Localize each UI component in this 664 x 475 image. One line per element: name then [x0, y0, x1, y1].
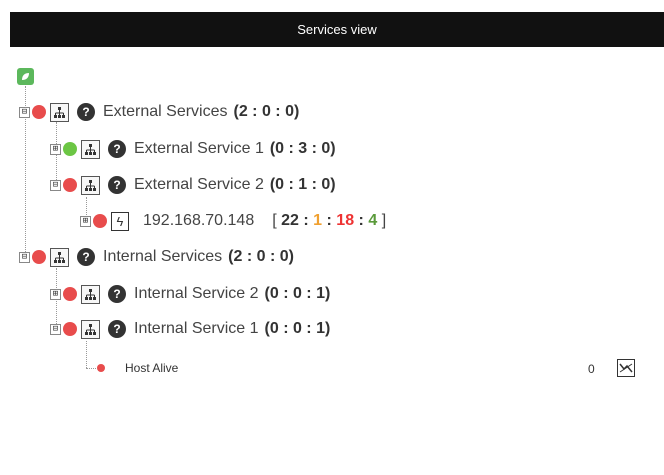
tree-connector — [86, 341, 87, 368]
service-icon — [81, 139, 100, 159]
status-critical-icon — [63, 287, 77, 301]
expand-icon[interactable]: ⊞ — [50, 288, 61, 300]
tree-node-host-alive[interactable]: Host Alive — [97, 358, 178, 378]
count-ok: 4 — [368, 212, 378, 229]
root-node-icon[interactable] — [17, 68, 34, 85]
service-icon — [50, 102, 69, 122]
count-separator: : — [358, 212, 364, 229]
service-icon — [81, 284, 100, 304]
node-counts: (2 : 0 : 0) — [233, 103, 300, 120]
count-critical: 18 — [336, 212, 355, 229]
tree-node-internal-service-1[interactable]: ⊟ ? Internal Service 1 (0 : 0 : 1) — [50, 317, 330, 341]
count-separator: : — [303, 212, 309, 229]
collapse-icon[interactable]: ⊟ — [19, 106, 30, 118]
tree-node-agent[interactable]: ⊞ ϟ 192.168.70.148 [ 22 : 1 : 18 : 4 ] — [80, 209, 386, 233]
module-value: 0 — [588, 362, 595, 376]
node-label[interactable]: Internal Service 1 — [134, 320, 259, 338]
help-icon[interactable]: ? — [77, 248, 95, 266]
node-counts: (2 : 0 : 0) — [228, 248, 294, 265]
status-critical-icon — [93, 214, 107, 228]
service-icon — [81, 175, 100, 195]
collapse-icon[interactable]: ⊟ — [50, 323, 61, 335]
tree-node-external-service-1[interactable]: ⊞ ? External Service 1 (0 : 3 : 0) — [50, 137, 336, 161]
node-label[interactable]: Internal Services — [103, 248, 222, 266]
agent-module-counts: [ 22 : 1 : 18 : 4 ] — [272, 212, 386, 230]
node-counts: (0 : 0 : 1) — [264, 320, 331, 337]
count-separator: : — [326, 212, 332, 229]
help-icon[interactable]: ? — [108, 140, 126, 158]
graph-icon[interactable] — [617, 359, 635, 377]
module-label[interactable]: Host Alive — [125, 361, 178, 375]
status-critical-icon — [32, 250, 46, 264]
status-ok-icon — [63, 142, 77, 156]
help-icon[interactable]: ? — [108, 176, 126, 194]
panel-header: Services view — [10, 12, 664, 47]
node-counts: (0 : 3 : 0) — [269, 140, 336, 157]
node-label[interactable]: External Service 2 — [134, 176, 264, 194]
tree-node-internal-services[interactable]: ⊟ ? Internal Services (2 : 0 : 0) — [19, 245, 294, 269]
status-critical-icon — [32, 105, 46, 119]
help-icon[interactable]: ? — [108, 285, 126, 303]
count-warning: 1 — [313, 212, 323, 229]
status-critical-icon — [97, 364, 105, 372]
tree-connector — [86, 368, 96, 369]
expand-icon[interactable]: ⊞ — [50, 143, 61, 155]
collapse-icon[interactable]: ⊟ — [19, 251, 30, 263]
status-critical-icon — [63, 178, 77, 192]
service-icon — [81, 319, 100, 339]
bracket-open: [ — [272, 212, 277, 229]
node-counts: (0 : 0 : 1) — [264, 285, 331, 302]
node-counts: (0 : 1 : 0) — [269, 176, 336, 193]
node-label[interactable]: Internal Service 2 — [134, 285, 259, 303]
collapse-icon[interactable]: ⊟ — [50, 179, 61, 191]
help-icon[interactable]: ? — [108, 320, 126, 338]
agent-label[interactable]: 192.168.70.148 — [143, 212, 254, 230]
service-icon — [50, 247, 69, 267]
lightning-bolt-icon: ϟ — [111, 211, 129, 231]
tree-node-external-service-2[interactable]: ⊟ ? External Service 2 (0 : 1 : 0) — [50, 173, 336, 197]
help-icon[interactable]: ? — [77, 103, 95, 121]
node-label[interactable]: External Service 1 — [134, 140, 264, 158]
expand-icon[interactable]: ⊞ — [80, 215, 91, 227]
tree-node-external-services[interactable]: ⊟ ? External Services (2 : 0 : 0) — [19, 100, 299, 124]
panel-title: Services view — [297, 22, 377, 37]
status-critical-icon — [63, 322, 77, 336]
tree-node-internal-service-2[interactable]: ⊞ ? Internal Service 2 (0 : 0 : 1) — [50, 282, 330, 306]
node-label[interactable]: External Services — [103, 103, 228, 121]
bracket-close: ] — [381, 212, 387, 229]
count-normal: 22 — [281, 212, 299, 229]
